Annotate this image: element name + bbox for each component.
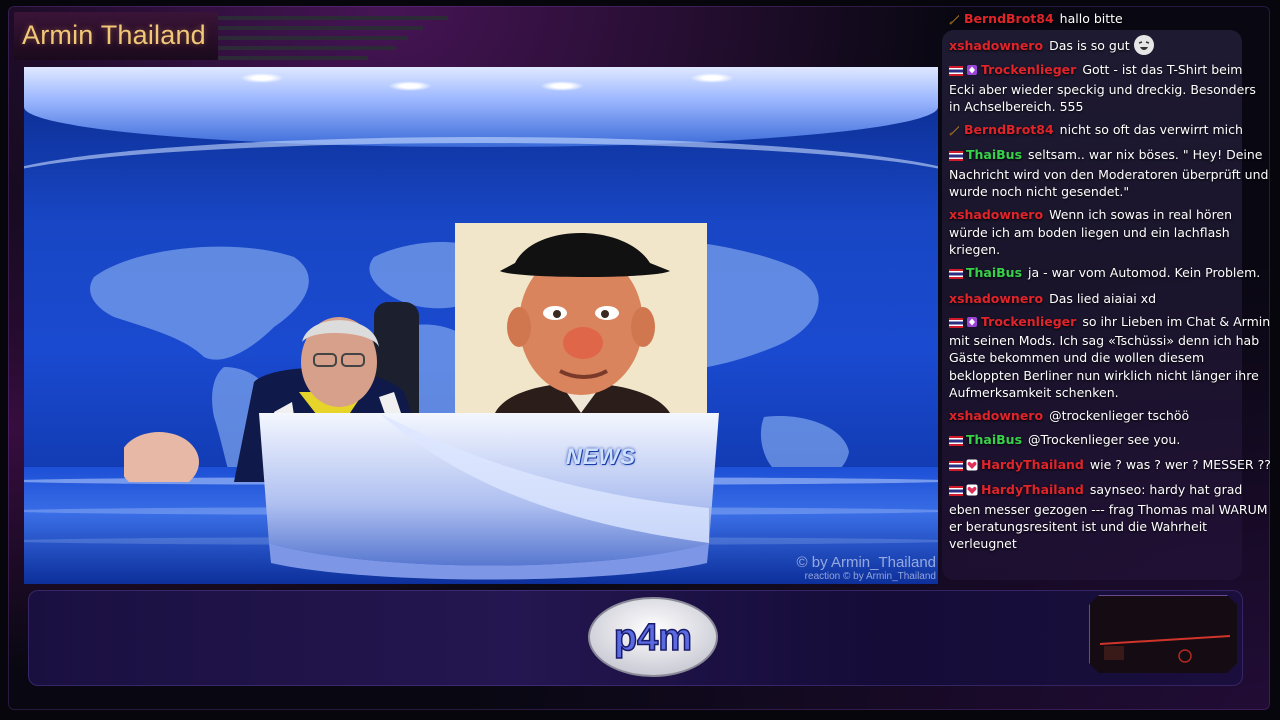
chat-message: ThaiBus seltsam.. war nix böses. " Hey! D… [949, 146, 1271, 200]
sword-icon [949, 123, 961, 140]
video-watermark: © by Armin_Thailand reaction © by Armin_… [797, 555, 936, 583]
chat-username[interactable]: xshadownero [949, 291, 1043, 306]
chat-message-text: nicht so oft das verwirrt mich [1059, 122, 1243, 138]
chat-username[interactable]: xshadownero [949, 207, 1043, 222]
svg-text:p4m: p4m [614, 617, 692, 659]
thai-flag-icon [949, 315, 963, 332]
news-desk [259, 413, 719, 580]
p4m-logo: p4m [588, 597, 718, 677]
chat-message: Trockenlieger Gott - ist das T-Shirt beim… [949, 61, 1271, 115]
chat-username[interactable]: xshadownero [949, 38, 1043, 53]
thai-flag-icon [949, 433, 963, 450]
heart-icon [966, 458, 978, 475]
chat-username[interactable]: BerndBrot84 [964, 122, 1054, 137]
chat-message: BerndBrot84 hallo bitte [949, 10, 1271, 29]
chat-message-text: @Trockenlieger see you. [1028, 431, 1181, 447]
chat-message: ThaiBus ja - war vom Automod. Kein Proble… [949, 264, 1271, 283]
laughing-face-emote [1133, 35, 1154, 56]
cartoon-man-illustration [455, 223, 707, 413]
purple-gem-icon [966, 315, 978, 332]
chat-message: xshadownero Wenn ich sowas in real hören … [949, 206, 1271, 258]
chat-message: Trockenlieger so ihr Lieben im Chat & Arm… [949, 313, 1271, 401]
chat-username[interactable]: BerndBrot84 [964, 11, 1054, 26]
chat-panel[interactable]: BerndBrot84 hallo bitte xshadownero Das is … [949, 10, 1271, 558]
chat-username[interactable]: HardyThailand [981, 457, 1084, 472]
chat-username[interactable]: ThaiBus [966, 265, 1022, 280]
chat-username[interactable]: ThaiBus [966, 147, 1022, 162]
thai-flag-icon [949, 63, 963, 80]
chat-message: ThaiBus @Trockenlieger see you. [949, 431, 1271, 450]
chat-message-text: ja - war vom Automod. Kein Problem. [1028, 265, 1261, 281]
channel-title: Armin Thailand [22, 20, 206, 50]
title-stripes-decoration [218, 14, 458, 66]
chat-username[interactable]: ThaiBus [966, 432, 1022, 447]
chat-message: HardyThailand wie ? was ? wer ? MESSER ?? [949, 456, 1271, 475]
thai-flag-icon [949, 266, 963, 283]
chat-message: xshadownero Das is so gut [949, 35, 1271, 56]
purple-gem-icon [966, 63, 978, 80]
chat-message-text: Das lied aiaiai xd [1049, 290, 1157, 306]
thai-flag-icon [949, 148, 963, 165]
chat-message: xshadownero @trockenlieger tschöö [949, 407, 1271, 424]
watermark-line2: reaction © by Armin_Thailand [804, 571, 936, 582]
thai-flag-icon [949, 483, 963, 500]
chat-username[interactable]: HardyThailand [981, 482, 1084, 497]
watermark-line1: © by Armin_Thailand [796, 554, 936, 571]
chat-message-text: Das is so gut [1049, 38, 1130, 54]
heart-icon [966, 483, 978, 500]
chat-username[interactable]: xshadownero [949, 408, 1043, 423]
chat-message-text: hallo bitte [1059, 11, 1123, 26]
reaction-video-frame [455, 223, 707, 413]
chat-username[interactable]: Trockenlieger [981, 314, 1076, 329]
mini-preview-thumbnail [1089, 595, 1237, 673]
video-player[interactable]: NEWS © by Armin_Thailand reaction © by A… [24, 67, 938, 584]
chat-message: BerndBrot84 nicht so oft das verwirrt mic… [949, 121, 1271, 140]
sword-icon [949, 12, 961, 29]
chat-message: HardyThailand saynseo: hardy hat grad ebe… [949, 481, 1271, 552]
chat-message-text: @trockenlieger tschöö [1049, 408, 1190, 424]
news-desk-label: NEWS [566, 444, 636, 469]
studio-ceiling [24, 67, 938, 147]
chat-username[interactable]: Trockenlieger [981, 62, 1076, 77]
chat-message-text: wie ? was ? wer ? MESSER ?? [1089, 456, 1271, 472]
thai-flag-icon [949, 458, 963, 475]
chat-message: xshadownero Das lied aiaiai xd [949, 290, 1271, 307]
